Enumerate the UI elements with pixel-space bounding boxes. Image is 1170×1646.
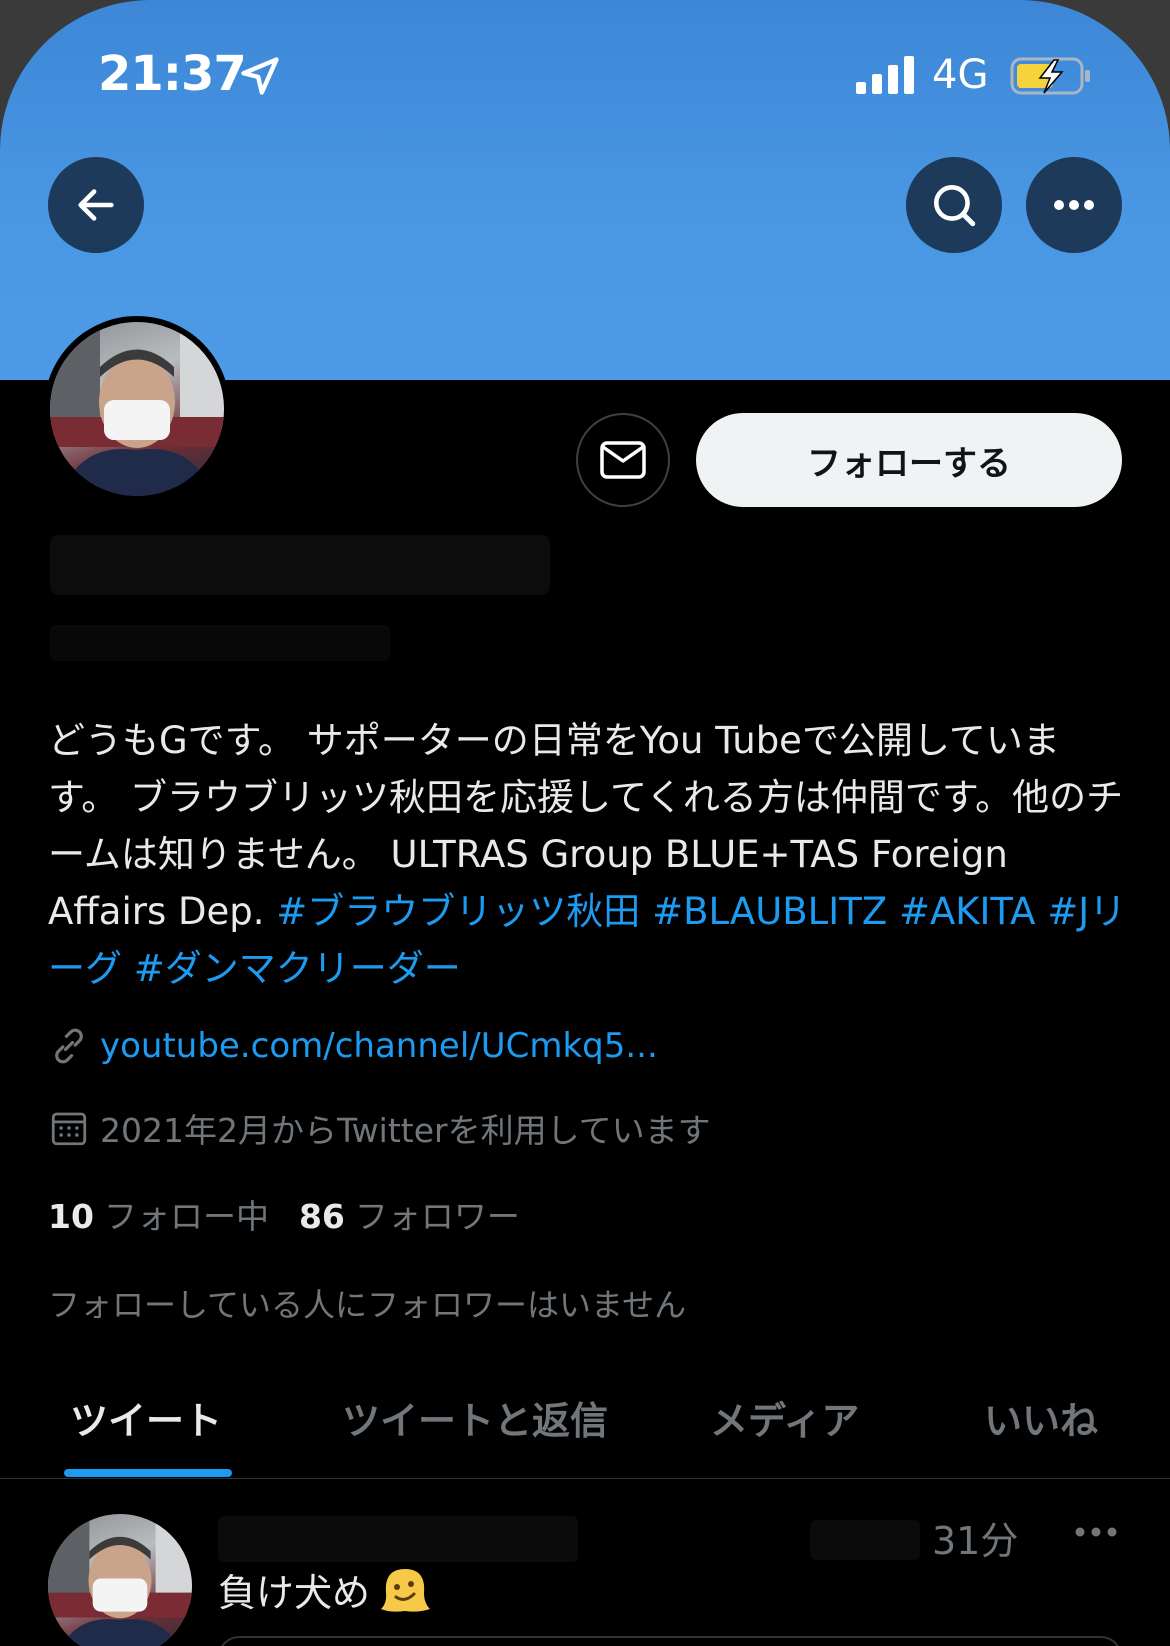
tweet-embed-card[interactable]: [218, 1636, 1122, 1646]
joined-text: 2021年2月からTwitterを利用しています: [100, 1111, 711, 1150]
status-bar: 21:37 4G: [0, 0, 1170, 150]
profile-avatar[interactable]: [44, 316, 230, 502]
website-link[interactable]: youtube.com/channel/UCmkq5...: [100, 1026, 658, 1066]
avatar-image: [50, 322, 224, 496]
network-type: 4G: [932, 52, 989, 98]
redacted-handle: [50, 625, 390, 661]
hashtag-link[interactable]: #AKITA: [899, 890, 1036, 933]
tab-media[interactable]: メディア: [710, 1390, 859, 1445]
melting-face-emoji-icon: [381, 1568, 431, 1612]
link-icon: [55, 1028, 83, 1064]
followers-count: 86: [298, 1197, 345, 1236]
following-link[interactable]: 10 フォロー中: [48, 1190, 269, 1238]
more-horizontal-icon: [1054, 200, 1094, 210]
hashtag-link[interactable]: #ブラウブリッツ秋田: [276, 890, 640, 933]
mail-icon: [600, 441, 646, 479]
profile-joined-date: 2021年2月からTwitterを利用しています: [48, 1104, 711, 1152]
follow-counts: 10 フォロー中 86 フォロワー: [48, 1190, 520, 1238]
redacted-display-name: [50, 535, 550, 595]
status-time: 21:37: [98, 46, 247, 102]
profile-screen: 21:37 4G フォローする どうもGです。 サポーターの日常をYou Tub…: [0, 0, 1170, 1646]
redacted-tweet-handle: [810, 1520, 920, 1560]
battery-charging-icon: [1010, 57, 1090, 95]
profile-website: youtube.com/channel/UCmkq5...: [48, 1025, 658, 1067]
following-count: 10: [48, 1197, 94, 1236]
following-label: フォロー中: [103, 1197, 269, 1236]
profile-bio: どうもGです。 サポーターの日常をYou Tubeで公開しています。 ブラウブリ…: [48, 712, 1128, 997]
followers-link[interactable]: 86 フォロワー: [299, 1190, 520, 1238]
tweet-avatar[interactable]: [48, 1514, 192, 1646]
tweet-timestamp: 31分: [932, 1519, 1019, 1563]
mutual-followers-note: フォローしている人にフォロワーはいません: [48, 1286, 687, 1324]
avatar-photo: [50, 322, 224, 496]
cell-signal-icon: [856, 56, 914, 94]
hashtag-link[interactable]: #BLAUBLITZ: [652, 890, 887, 933]
tweet-body: 負け犬め: [218, 1562, 432, 1617]
tab-likes[interactable]: いいね: [984, 1390, 1098, 1445]
active-tab-indicator: [64, 1469, 232, 1477]
tab-tweets-and-replies[interactable]: ツイートと返信: [342, 1390, 608, 1445]
back-button[interactable]: [48, 157, 144, 253]
redacted-tweet-author: [218, 1516, 578, 1562]
more-options-button[interactable]: [1026, 157, 1122, 253]
message-button[interactable]: [576, 413, 670, 507]
followers-label: フォロワー: [354, 1197, 520, 1236]
search-icon: [934, 185, 976, 227]
tweet-text: 負け犬め: [218, 1571, 371, 1615]
hashtag-link[interactable]: #ダンマクリーダー: [134, 947, 461, 990]
calendar-icon: [51, 1112, 87, 1146]
tweet-avatar-image: [48, 1514, 192, 1646]
arrow-left-icon: [78, 189, 114, 221]
more-horizontal-icon[interactable]: [1072, 1520, 1120, 1544]
follow-button[interactable]: フォローする: [696, 413, 1122, 507]
profile-tabs: ツイート ツイートと返信 メディア いいね: [0, 1380, 1170, 1479]
search-button[interactable]: [906, 157, 1002, 253]
location-arrow-icon: [241, 57, 279, 95]
tab-tweets[interactable]: ツイート: [70, 1390, 222, 1445]
